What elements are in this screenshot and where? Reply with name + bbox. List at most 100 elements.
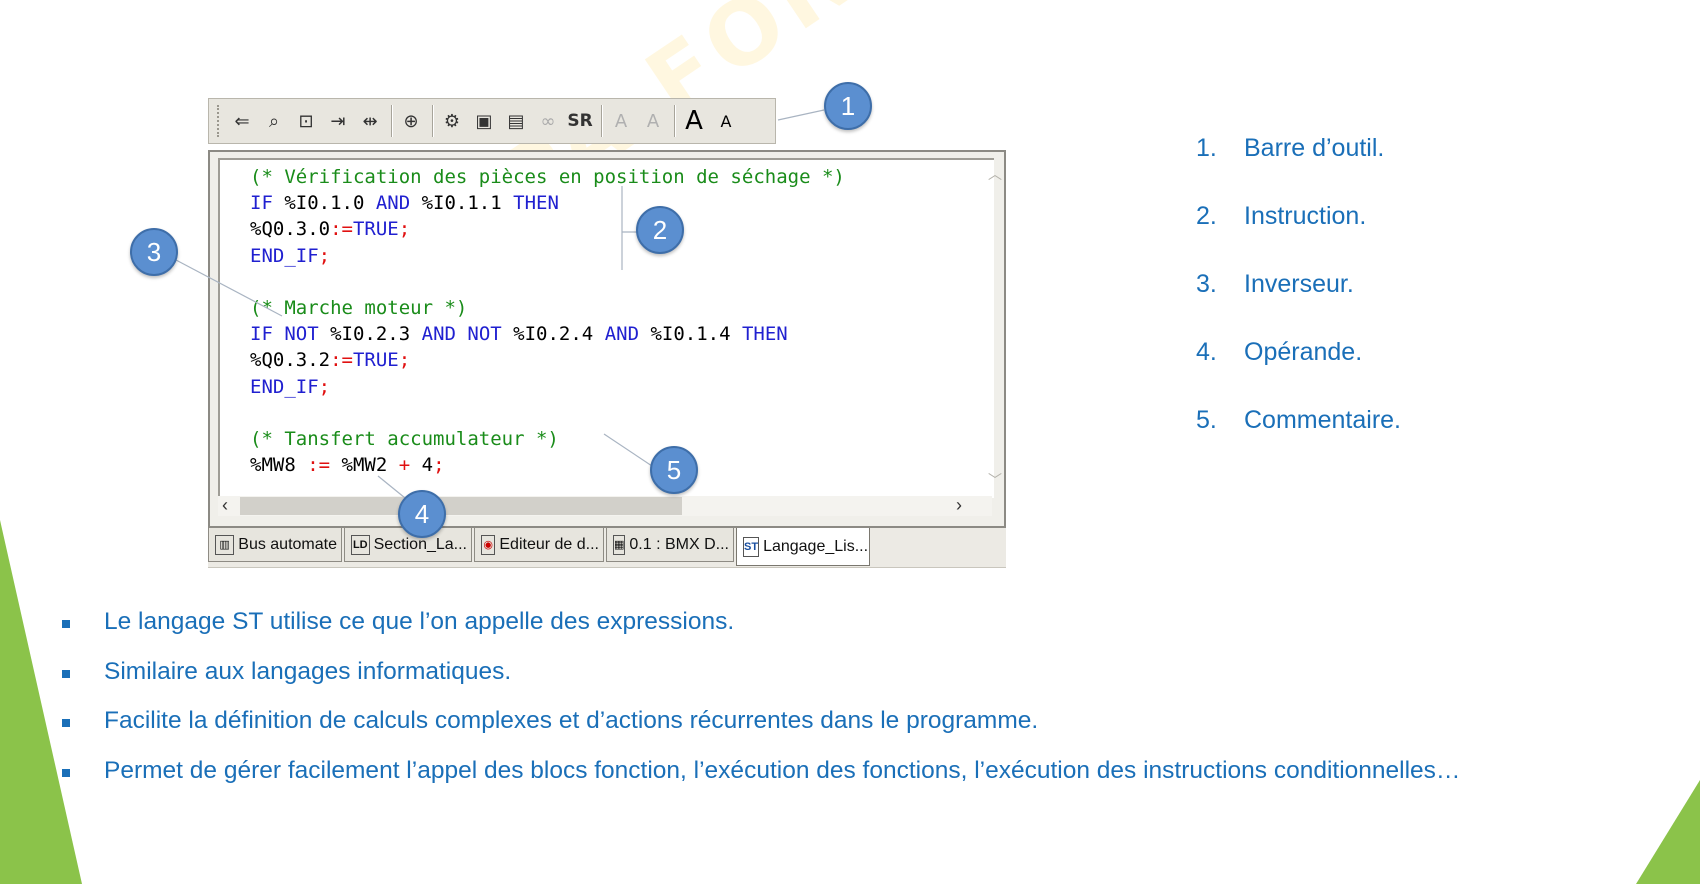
code-line[interactable]: END_IF; bbox=[250, 374, 845, 400]
code-line[interactable] bbox=[250, 400, 845, 426]
st-section-icon: ST bbox=[743, 536, 760, 557]
code-token: %I0.1.1 bbox=[410, 192, 514, 215]
code-token: TRUE bbox=[352, 218, 399, 241]
tab-langage-st[interactable]: ST Langage_Lis... bbox=[736, 528, 870, 566]
code-token: TRUE bbox=[352, 349, 399, 372]
code-token: := bbox=[330, 349, 353, 372]
insert-icon[interactable]: ⇹ bbox=[357, 107, 383, 135]
code-token: %Q0.3.0 bbox=[250, 218, 331, 241]
callout-4: 4 bbox=[398, 490, 446, 538]
chevron-left-icon[interactable]: ‹ bbox=[222, 495, 228, 516]
code-line[interactable]: %Q0.3.2:=TRUE; bbox=[250, 347, 845, 373]
bullet-square-icon bbox=[62, 768, 70, 777]
code-token: %I0.1.0 bbox=[272, 192, 376, 215]
code-line[interactable]: (* Tansfert accumulateur *) bbox=[250, 426, 845, 452]
code-token: %I0.2.3 bbox=[318, 323, 422, 346]
dfb-icon[interactable]: ⚙ bbox=[439, 107, 465, 135]
bullet-list: Le langage ST utilise ce que l’on appell… bbox=[58, 608, 1460, 806]
code-line[interactable]: %MW8 := %MW2 + 4; bbox=[250, 452, 845, 478]
code-token: := bbox=[295, 454, 342, 477]
editor-toolbar: ⇐ ⌕ ⊡ ⇥ ⇹ ⊕ ⚙ ▣ ▤ ∞ SR A A A A bbox=[208, 98, 776, 144]
legend-item: 5. Commentaire. bbox=[1196, 406, 1401, 434]
code-line[interactable]: IF NOT %I0.2.3 AND NOT %I0.2.4 AND %I0.1… bbox=[250, 321, 845, 347]
code-token: THEN bbox=[741, 323, 788, 346]
bullet-square-icon bbox=[62, 719, 70, 727]
code-token: %Q0.3.2 bbox=[250, 349, 331, 372]
indent-left-icon[interactable]: ⇐ bbox=[229, 107, 255, 135]
code-token: AND bbox=[604, 323, 640, 346]
code-line[interactable]: (* Marche moteur *) bbox=[250, 295, 845, 321]
ld-section-icon: LD bbox=[351, 534, 370, 555]
code-token: := bbox=[330, 218, 353, 241]
font-decrease-icon[interactable]: A bbox=[713, 107, 739, 135]
document-tabs: ▥ Bus automate LD Section_La... ◉ Editeu… bbox=[208, 528, 1006, 568]
callout-5: 5 bbox=[650, 446, 698, 494]
tab-label: Bus automate bbox=[238, 535, 337, 553]
bookmark-icon[interactable]: ⊡ bbox=[293, 107, 319, 135]
bullet-item: Facilite la définition de calculs comple… bbox=[58, 707, 1460, 757]
legend-item: 3. Inverseur. bbox=[1196, 270, 1354, 298]
tab-module-bmx[interactable]: ▦ 0.1 : BMX D... bbox=[606, 528, 734, 562]
tab-label: Langage_Lis... bbox=[763, 537, 869, 555]
toolbar-separator bbox=[601, 105, 602, 137]
code-token: END_IF bbox=[250, 375, 319, 398]
toolbar-separator bbox=[674, 105, 675, 137]
fade-a-icon[interactable]: A bbox=[608, 107, 634, 135]
tab-editeur-donnees[interactable]: ◉ Editeur de d... bbox=[474, 528, 604, 562]
code-token: (* Marche moteur *) bbox=[250, 296, 468, 319]
code-token: %I0.2.4 bbox=[501, 323, 605, 346]
st-code[interactable]: (* Vérification des pièces en position d… bbox=[250, 164, 845, 478]
code-token: 4 bbox=[421, 454, 434, 477]
green-triangle-right bbox=[1636, 780, 1700, 884]
slide: AFPA FORMATION OUEST ⇐ ⌕ ⊡ ⇥ ⇹ ⊕ ⚙ ▣ ▤ ∞… bbox=[0, 0, 1700, 884]
tab-bus-automate[interactable]: ▥ Bus automate bbox=[208, 528, 342, 562]
code-token: %MW2 bbox=[341, 454, 388, 477]
tab-label: Section_La... bbox=[373, 535, 467, 553]
chevron-up-icon[interactable]: ︿ bbox=[988, 164, 1002, 184]
callout-1: 1 bbox=[824, 82, 872, 130]
bullet-item: Le langage ST utilise ce que l’on appell… bbox=[58, 608, 1460, 658]
scroll-thumb[interactable] bbox=[240, 497, 682, 515]
code-token: (* Vérification des pièces en position d… bbox=[250, 166, 845, 188]
variables-icon[interactable]: ▣ bbox=[471, 107, 497, 135]
module-icon: ▦ bbox=[613, 534, 626, 555]
code-token: + bbox=[387, 454, 422, 477]
legend-item: 2. Instruction. bbox=[1196, 202, 1367, 230]
zoom-icon[interactable]: ⊕ bbox=[398, 107, 424, 135]
search-replace-icon[interactable]: ⌕ bbox=[261, 107, 287, 135]
code-token: IF bbox=[250, 192, 273, 215]
sr-icon[interactable]: SR bbox=[567, 107, 593, 135]
bullet-square-icon bbox=[62, 669, 70, 678]
font-increase-icon[interactable]: A bbox=[681, 106, 707, 136]
st-editor-window: (* Vérification des pièces en position d… bbox=[208, 150, 1006, 528]
bus-icon: ▥ bbox=[215, 534, 235, 555]
code-token: ; bbox=[318, 375, 331, 398]
code-token: %MW8 bbox=[250, 454, 296, 477]
code-token: NOT bbox=[467, 323, 502, 346]
code-line[interactable]: (* Vérification des pièces en position d… bbox=[250, 164, 845, 190]
glasses-icon[interactable]: ∞ bbox=[535, 107, 561, 135]
legend-item: 4. Opérande. bbox=[1196, 338, 1363, 366]
toolbar-grip[interactable] bbox=[217, 105, 223, 137]
vertical-scrollbar[interactable]: ︿ ﹀ bbox=[984, 160, 1004, 490]
code-token: ; bbox=[318, 244, 331, 267]
bullet-item: Similaire aux langages informatiques. bbox=[58, 658, 1460, 708]
tab-label: Editeur de d... bbox=[499, 535, 599, 553]
code-token: %I0.1.4 bbox=[639, 323, 742, 346]
chevron-down-icon[interactable]: ﹀ bbox=[988, 470, 1002, 490]
code-token: (* Tansfert accumulateur *) bbox=[250, 427, 559, 450]
chevron-right-icon[interactable]: › bbox=[956, 495, 962, 516]
goto-icon[interactable]: ⇥ bbox=[325, 107, 351, 135]
code-line[interactable]: %Q0.3.0:=TRUE; bbox=[250, 216, 845, 242]
code-area[interactable]: (* Vérification des pièces en position d… bbox=[218, 158, 1002, 498]
horizontal-scrollbar[interactable]: ‹ › bbox=[218, 495, 992, 516]
fade-a2-icon[interactable]: A bbox=[640, 107, 666, 135]
tab-label: 0.1 : BMX D... bbox=[629, 535, 729, 553]
code-line[interactable]: END_IF; bbox=[250, 243, 845, 269]
code-token: IF bbox=[250, 323, 273, 346]
code-line[interactable] bbox=[250, 269, 845, 295]
code-line[interactable]: IF %I0.1.0 AND %I0.1.1 THEN bbox=[250, 190, 845, 216]
text-icon[interactable]: ▤ bbox=[503, 107, 529, 135]
